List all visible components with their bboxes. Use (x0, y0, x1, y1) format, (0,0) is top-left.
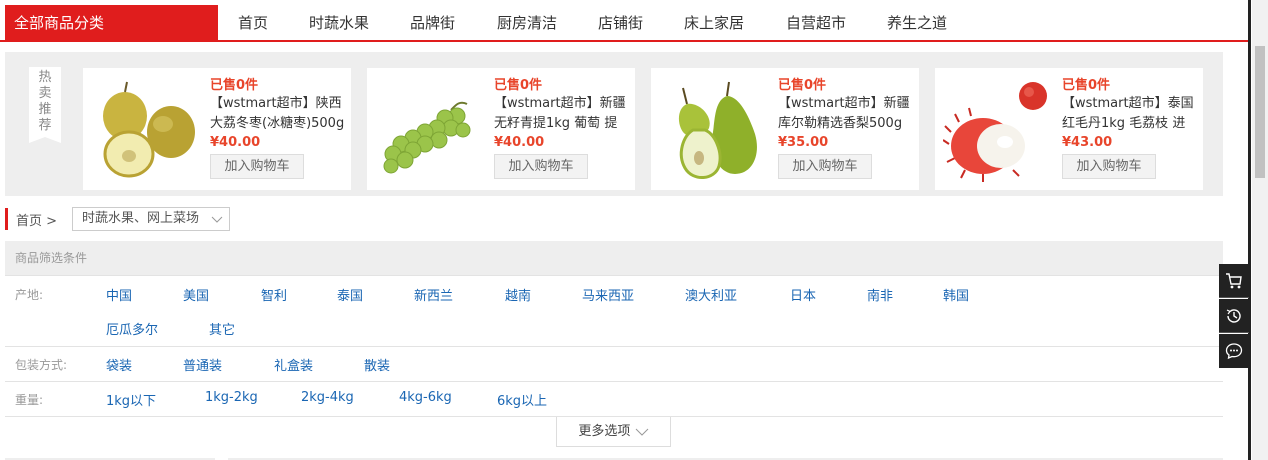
filter-option[interactable]: 礼盒装 (274, 355, 313, 374)
nav-item-self-supermarket[interactable]: 自营超市 (786, 12, 846, 33)
right-toolbar-line (1248, 0, 1251, 460)
breadcrumb-home-link[interactable]: 首页 > (16, 210, 57, 229)
hot-recommend-section: 热 卖 推 荐 已售0件 【wstmart超市】陕西大荔冬枣(冰糖枣)500g … (5, 52, 1223, 196)
product-name[interactable]: 【wstmart超市】新疆库尔勒精选香梨500g (778, 94, 913, 134)
sold-count: 已售0件 (210, 78, 259, 93)
filter-label-package: 包装方式: (15, 358, 68, 372)
nav-item-bedding-home[interactable]: 床上家居 (684, 12, 744, 33)
tag-char: 卖 (38, 86, 52, 101)
history-icon (1226, 309, 1241, 323)
pear-fruit-image[interactable] (91, 74, 203, 186)
filter-option[interactable]: 澳大利亚 (685, 285, 737, 304)
green-grapes-image[interactable] (375, 74, 487, 186)
filter-option[interactable]: 袋装 (106, 355, 132, 374)
filter-option[interactable]: 韩国 (943, 285, 969, 304)
filter-option[interactable]: 马来西亚 (582, 285, 634, 304)
filter-row-weight: 重量: 1kg以下 1kg-2kg 2kg-4kg 4kg-6kg 6kg以上 (5, 382, 1223, 417)
category-dropdown[interactable]: 时蔬水果、网上菜场 (72, 207, 230, 231)
product-card[interactable]: 已售0件 【wstmart超市】陕西大荔冬枣(冰糖枣)500g ¥40.00 加… (83, 68, 351, 190)
chevron-down-icon (211, 216, 223, 223)
product-name[interactable]: 【wstmart超市】陕西大荔冬枣(冰糖枣)500g (210, 94, 345, 134)
product-price: ¥35.00 (778, 135, 829, 150)
product-price: ¥40.00 (494, 135, 545, 150)
product-price: ¥40.00 (210, 135, 261, 150)
breadcrumb: 首页 > 时蔬水果、网上菜场 (5, 207, 505, 231)
sold-count: 已售0件 (778, 78, 827, 93)
filter-option[interactable]: 新西兰 (414, 285, 453, 304)
add-to-cart-button[interactable]: 加入购物车 (210, 154, 304, 179)
filter-option[interactable]: 南非 (867, 285, 893, 304)
filter-option[interactable]: 6kg以上 (497, 390, 547, 409)
chat-sidebar-button[interactable] (1219, 334, 1249, 368)
product-name[interactable]: 【wstmart超市】新疆无籽青提1kg 葡萄 提子 (494, 94, 629, 134)
product-card[interactable]: 已售0件 【wstmart超市】泰国红毛丹1kg 毛荔枝 进口 ¥43.00 加… (935, 68, 1203, 190)
nav-item-home[interactable]: 首页 (238, 12, 268, 33)
filter-option[interactable]: 1kg以下 (106, 390, 156, 409)
page: 全部商品分类 首页 时蔬水果 品牌街 厨房清洁 店铺街 床上家居 自营超市 养生… (0, 0, 1268, 460)
nav-item-brand-street[interactable]: 品牌街 (410, 12, 455, 33)
tag-char: 热 (38, 70, 52, 85)
hot-recommend-tag: 热 卖 推 荐 (29, 67, 61, 143)
nav-item-kitchen-cleaning[interactable]: 厨房清洁 (497, 12, 557, 33)
filter-option[interactable]: 其它 (209, 319, 235, 338)
breadcrumb-marker (5, 208, 8, 230)
scrollbar-thumb[interactable] (1255, 46, 1265, 178)
cart-icon (1226, 273, 1242, 289)
filter-option[interactable]: 4kg-6kg (399, 390, 452, 405)
rambutan-image[interactable] (943, 74, 1055, 186)
sold-count: 已售0件 (494, 78, 543, 93)
scrollbar[interactable] (1252, 0, 1268, 460)
add-to-cart-button[interactable]: 加入购物车 (1062, 154, 1156, 179)
filter-option[interactable]: 智利 (261, 285, 287, 304)
nav-item-fruit-veg[interactable]: 时蔬水果 (309, 12, 369, 33)
filter-row-package: 包装方式: 袋装 普通装 礼盒装 散装 (5, 347, 1223, 382)
top-nav: 全部商品分类 首页 时蔬水果 品牌街 厨房清洁 店铺街 床上家居 自营超市 养生… (0, 0, 1248, 42)
chevron-down-icon (635, 428, 648, 436)
filter-option[interactable]: 美国 (183, 285, 209, 304)
chat-icon (1225, 343, 1243, 360)
filter-label-weight: 重量: (15, 393, 44, 407)
filter-option[interactable]: 越南 (505, 285, 531, 304)
more-options-button[interactable]: 更多选项 (556, 417, 671, 447)
filter-option[interactable]: 中国 (106, 285, 132, 304)
product-card[interactable]: 已售0件 【wstmart超市】新疆库尔勒精选香梨500g ¥35.00 加入购… (651, 68, 919, 190)
green-pear-image[interactable] (659, 74, 771, 186)
filter-option[interactable]: 1kg-2kg (205, 390, 258, 405)
filter-header: 商品筛选条件 (5, 241, 1223, 276)
add-to-cart-button[interactable]: 加入购物车 (494, 154, 588, 179)
filter-option[interactable]: 日本 (790, 285, 816, 304)
category-dropdown-label: 时蔬水果、网上菜场 (82, 211, 200, 226)
tag-char: 荐 (38, 118, 52, 133)
product-name[interactable]: 【wstmart超市】泰国红毛丹1kg 毛荔枝 进口 (1062, 94, 1197, 134)
filter-option[interactable]: 散装 (364, 355, 390, 374)
filter-option[interactable]: 2kg-4kg (301, 390, 354, 405)
filter-option[interactable]: 泰国 (337, 285, 363, 304)
history-sidebar-button[interactable] (1219, 299, 1249, 333)
product-price: ¥43.00 (1062, 135, 1113, 150)
cart-sidebar-button[interactable] (1219, 264, 1249, 298)
tag-char: 推 (38, 102, 52, 117)
filter-option[interactable]: 普通装 (183, 355, 222, 374)
filter-option[interactable]: 厄瓜多尔 (106, 319, 158, 338)
all-categories-button[interactable]: 全部商品分类 (5, 5, 218, 42)
nav-item-shop-street[interactable]: 店铺街 (598, 12, 643, 33)
add-to-cart-button[interactable]: 加入购物车 (778, 154, 872, 179)
more-options-label: 更多选项 (578, 424, 631, 439)
sold-count: 已售0件 (1062, 78, 1111, 93)
nav-item-health[interactable]: 养生之道 (887, 12, 947, 33)
product-card[interactable]: 已售0件 【wstmart超市】新疆无籽青提1kg 葡萄 提子 ¥40.00 加… (367, 68, 635, 190)
filter-row-origin: 产地: 中国 美国 智利 泰国 新西兰 越南 马来西亚 澳大利亚 日本 南非 韩… (5, 277, 1223, 347)
filter-label-origin: 产地: (15, 288, 44, 302)
